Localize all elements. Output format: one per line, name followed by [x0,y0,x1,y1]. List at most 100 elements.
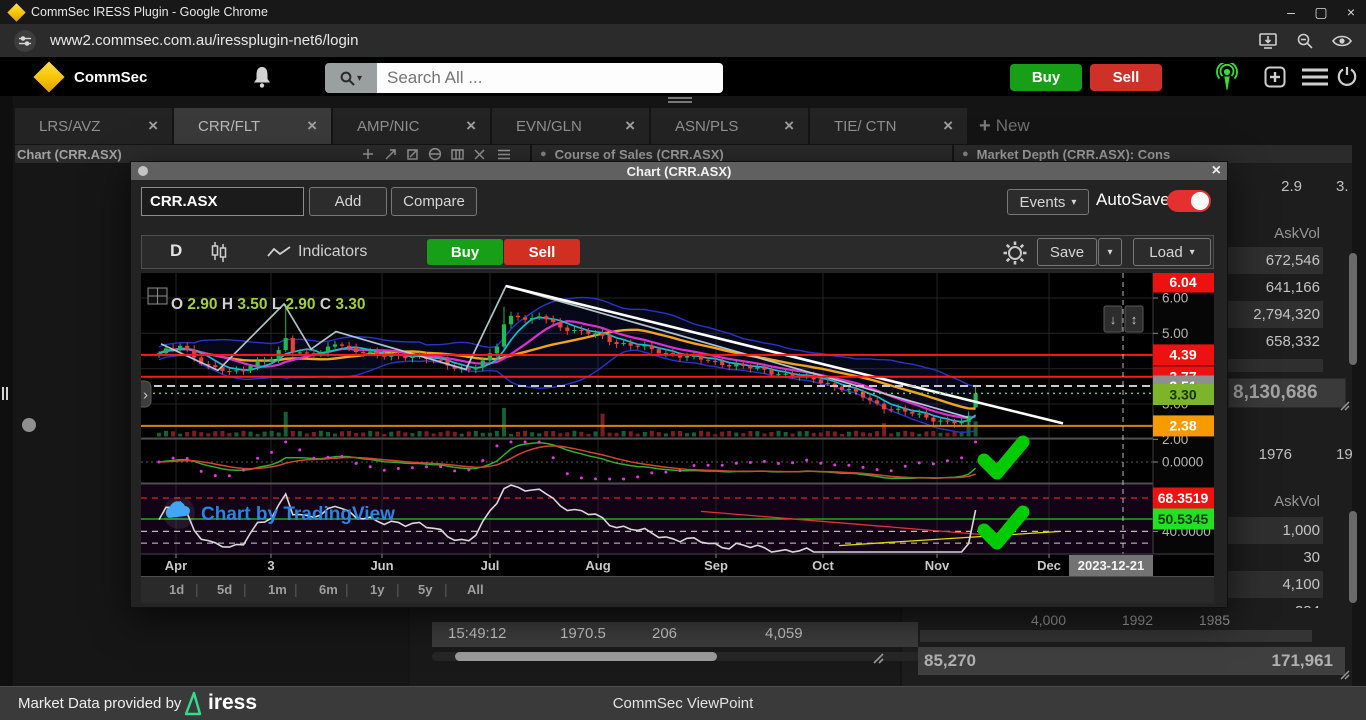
svg-text:3: 3 [267,558,274,573]
symbol-input[interactable] [141,187,304,216]
scrollbar-thumb[interactable] [1349,253,1357,365]
range-selector: 1d|5d|1m|6m|1y|5y|All [141,576,1214,603]
askvol-row[interactable]: 1,000 [1228,517,1323,544]
bidvol-cell: 4,000 [1000,612,1066,628]
search-input[interactable] [377,63,723,93]
load-button[interactable]: Load ▾ [1133,238,1211,266]
tab-label: TIE/ CTN [834,118,897,135]
site-settings-icon[interactable] [14,30,36,52]
gear-icon[interactable] [1002,240,1028,266]
svg-text:Dec: Dec [1037,558,1061,573]
expand-icon [386,150,395,159]
resize-grip-icon[interactable] [870,650,884,664]
interval-button[interactable]: D [170,241,182,261]
tab-close-icon[interactable]: × [943,116,953,136]
range-All[interactable]: All [467,582,484,597]
tab-tiectn[interactable]: TIE/ CTN × [810,108,967,144]
svg-text:4.39: 4.39 [1169,347,1196,363]
svg-text:↓: ↓ [1110,312,1117,327]
askvol-value: 2,794,320 [1253,306,1320,323]
panel-toolbar-icons[interactable] [362,148,520,161]
tab-close-icon[interactable]: × [148,116,158,136]
range-1y[interactable]: 1y [370,582,384,597]
splitter-grip[interactable] [2,387,10,400]
close-button[interactable]: × [1336,4,1366,20]
tab-ampnic[interactable]: AMP/NIC× [333,108,490,144]
chart-panel-title: Chart (CRR.ASX) [17,147,122,162]
header-sell-button[interactable]: Sell [1090,64,1162,91]
tab-asnpls[interactable]: ASN/PLS× [651,108,808,144]
compare-button[interactable]: Compare [391,187,477,216]
askvol-row[interactable]: 2,794,320 [1228,301,1323,328]
course-of-sales-title: Course of Sales (CRR.ASX) [555,147,724,162]
zoom-icon[interactable] [1296,32,1314,50]
tab-evngln[interactable]: EVN/GLN × [492,108,649,144]
install-app-icon[interactable] [1258,32,1278,50]
svg-text:3.30: 3.30 [1169,386,1196,402]
tab-close-icon[interactable]: × [466,116,476,136]
tab-lrsavz[interactable]: LRS/AVZ× [15,108,172,144]
new-tab-button[interactable]: + New [979,108,1030,144]
add-button[interactable]: Add [309,187,387,216]
events-dropdown[interactable]: Events ▾ [1007,189,1089,215]
bid-total: 85,270 [924,651,976,671]
course-of-sales-row[interactable]: 15:49:12 1970.5 206 4,059 [432,622,926,647]
askvol-row[interactable]: 4,100 [1228,571,1323,598]
candle-style-icon[interactable] [208,241,230,263]
resize-grip-icon[interactable] [1338,399,1350,411]
address-url[interactable]: www2.commsec.com.au/iressplugin-net6/log… [50,32,358,49]
floating-dot-handle[interactable] [22,418,36,432]
scrollbar-thumb[interactable] [1349,511,1357,603]
eye-icon[interactable] [1332,34,1352,48]
hscrollbar-track[interactable] [432,652,926,661]
indicators-icon[interactable] [267,245,291,259]
save-dropdown-button[interactable]: ▾ [1098,238,1122,266]
svg-text:↕: ↕ [1131,312,1138,327]
range-6m[interactable]: 6m [319,582,338,597]
add-widget-icon[interactable] [1264,66,1286,88]
market-data-text: Market Data provided by [18,695,181,712]
hscrollbar-thumb[interactable] [455,652,717,661]
askvol-row[interactable]: 30 [1228,544,1323,571]
range-1m[interactable]: 1m [268,582,287,597]
power-icon[interactable] [1336,66,1358,88]
resize-grip-icon[interactable] [1338,668,1350,680]
askvol-row[interactable]: 672,546 [1228,247,1323,274]
maximize-button[interactable]: ▢ [1306,4,1336,21]
tab-close-icon[interactable]: × [625,116,635,136]
brand-name: CommSec [74,69,147,86]
range-1d[interactable]: 1d [169,582,184,597]
svg-text:6.00: 6.00 [1162,291,1188,306]
iress-logo-icon [182,691,204,717]
range-5y[interactable]: 5y [418,582,432,597]
minimize-button[interactable]: – [1276,4,1306,20]
popout-icon [408,150,417,159]
menu-icon[interactable] [1302,68,1328,86]
range-divider: | [195,581,199,597]
askvol-header: AskVol [1228,493,1320,510]
alerts-beacon-icon[interactable] [1215,63,1239,92]
save-button[interactable]: Save [1037,238,1097,266]
caret-down-icon: ▾ [357,73,362,84]
indicators-button[interactable]: Indicators [298,243,367,261]
askvol-value: 1,000 [1282,522,1320,539]
depth-price: 2.9 [1228,178,1302,195]
tab-close-icon[interactable]: × [307,116,317,136]
status-bullet: ● [540,148,547,160]
range-5d[interactable]: 5d [217,582,232,597]
tab-close-icon[interactable]: × [784,116,794,136]
search-scope-selector[interactable]: ▾ [325,63,377,93]
dialog-titlebar[interactable]: Chart (CRR.ASX) × [131,162,1227,180]
bell-icon[interactable] [252,66,272,88]
chart-sell-button[interactable]: Sell [504,239,580,265]
dialog-close-icon[interactable]: × [1212,162,1221,180]
price-chart-canvas[interactable]: Chart by TradingView6.005.003.002.000.00… [141,273,1214,576]
askvol-row[interactable]: 658,332 [1228,328,1323,355]
tab-crrflt[interactable]: CRR/FLT× [174,108,331,144]
chart-buy-button[interactable]: Buy [427,239,503,265]
tab-label: EVN/GLN [516,118,582,135]
layout-drag-handle[interactable] [668,97,692,104]
autosave-toggle[interactable] [1167,190,1211,212]
header-buy-button[interactable]: Buy [1010,64,1082,91]
askvol-row[interactable]: 641,166 [1228,274,1323,301]
